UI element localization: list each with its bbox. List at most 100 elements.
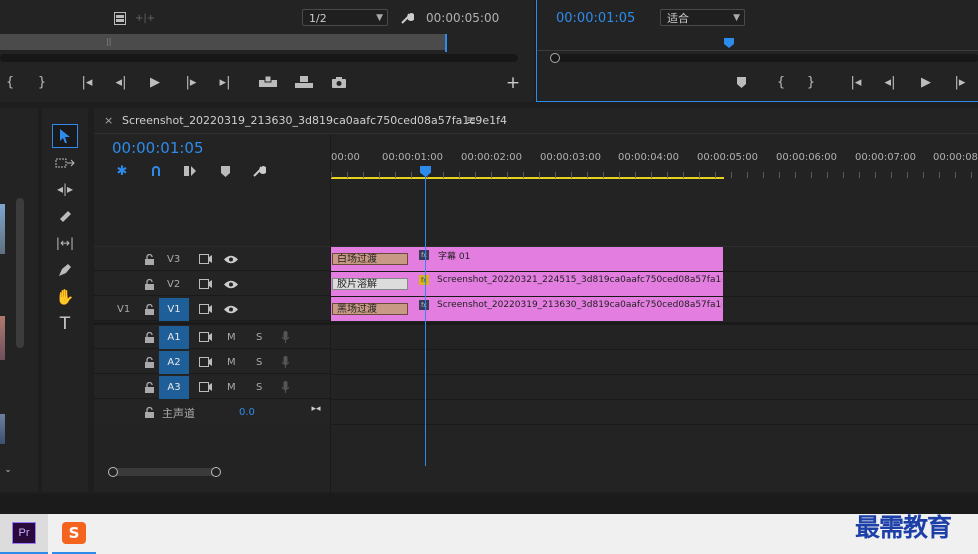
- lock-icon[interactable]: [143, 330, 155, 344]
- solo-button[interactable]: S: [256, 382, 262, 393]
- sync-lock-icon[interactable]: [197, 355, 213, 369]
- master-volume-value[interactable]: 0.0: [239, 407, 255, 418]
- transition-v1[interactable]: 黑场过渡: [332, 303, 408, 315]
- mark-out-icon[interactable]: }: [34, 74, 50, 90]
- go-to-end-icon[interactable]: ▸◂: [308, 402, 324, 416]
- slip-tool-icon[interactable]: |↔|: [52, 232, 78, 254]
- thumbnail[interactable]: [0, 316, 5, 360]
- clip-name: Screenshot_20220319_213630_3d819ca0aafc7…: [437, 300, 722, 310]
- add-marker-icon[interactable]: [217, 163, 233, 179]
- source-playhead[interactable]: [445, 34, 447, 52]
- lock-icon[interactable]: [143, 355, 155, 369]
- sogou-app-button[interactable]: S: [52, 514, 96, 554]
- hand-tool-icon[interactable]: ✋: [52, 286, 78, 308]
- program-playhead[interactable]: [724, 38, 734, 48]
- mark-out-icon[interactable]: }: [803, 74, 819, 90]
- step-forward-icon[interactable]: |▸: [951, 74, 969, 90]
- microphone-icon[interactable]: [279, 380, 291, 394]
- go-to-in-icon[interactable]: |◂: [78, 74, 96, 90]
- resolution-select[interactable]: 1/2 ▼: [302, 9, 388, 26]
- mute-button[interactable]: M: [227, 332, 236, 343]
- zoom-handle[interactable]: [108, 467, 118, 477]
- clip-fx-icon: fx: [419, 250, 429, 260]
- play-icon[interactable]: ▶: [146, 74, 164, 90]
- track-target-v3[interactable]: V3: [167, 254, 180, 265]
- timeline-timecode[interactable]: 00:00:01:05: [112, 139, 204, 157]
- zoom-handle[interactable]: [211, 467, 221, 477]
- snap-magnet-icon[interactable]: [148, 163, 164, 179]
- track-target-a2[interactable]: A2: [159, 351, 189, 374]
- sync-lock-icon[interactable]: [197, 277, 213, 291]
- add-button-icon[interactable]: +: [504, 73, 522, 93]
- close-tab-button[interactable]: ×: [104, 114, 113, 127]
- mute-button[interactable]: M: [227, 357, 236, 368]
- microphone-icon[interactable]: [279, 330, 291, 344]
- wrench-icon[interactable]: [250, 163, 268, 179]
- project-panel-scroll[interactable]: [16, 198, 24, 348]
- selection-tool-icon[interactable]: [52, 124, 78, 148]
- step-back-icon[interactable]: ◂|: [881, 74, 899, 90]
- pen-tool-icon[interactable]: [52, 259, 78, 281]
- step-back-icon[interactable]: ◂|: [112, 74, 130, 90]
- linked-selection-icon[interactable]: [182, 163, 198, 179]
- ripple-edit-tool-icon[interactable]: ◂|▸: [52, 178, 78, 200]
- overwrite-icon[interactable]: [294, 74, 314, 90]
- film-icon[interactable]: [112, 10, 128, 26]
- microphone-icon[interactable]: [279, 355, 291, 369]
- lane-line: [331, 399, 978, 400]
- track-target-v2[interactable]: V2: [167, 279, 180, 290]
- lock-icon[interactable]: [143, 380, 155, 394]
- ruler-label: 00:00:08:: [933, 152, 978, 163]
- lock-icon[interactable]: [143, 252, 155, 266]
- go-to-in-icon[interactable]: |◂: [847, 74, 865, 90]
- zoom-select[interactable]: 适合 ▼: [660, 9, 745, 26]
- track-target-v1[interactable]: V1: [159, 298, 189, 321]
- sequence-tab-title[interactable]: Screenshot_20220319_213630_3d819ca0aafc7…: [122, 114, 507, 127]
- transition-v2[interactable]: 胶片溶解: [332, 278, 408, 290]
- step-forward-icon[interactable]: |▸: [182, 74, 200, 90]
- premiere-app-button[interactable]: Pr: [0, 514, 48, 554]
- transition-v3[interactable]: 白场过渡: [332, 253, 408, 265]
- panel-menu-icon[interactable]: ≡: [466, 113, 476, 127]
- source-zoom-bar[interactable]: [0, 54, 518, 62]
- chevron-down-icon[interactable]: ⌄: [2, 464, 14, 476]
- mark-in-icon[interactable]: {: [773, 74, 789, 90]
- eye-icon[interactable]: [222, 277, 240, 291]
- solo-button[interactable]: S: [256, 332, 262, 343]
- track-target-a1[interactable]: A1: [159, 326, 189, 349]
- wrench-icon[interactable]: [398, 9, 416, 27]
- add-marker-icon[interactable]: [733, 74, 749, 90]
- eye-icon[interactable]: [222, 302, 240, 316]
- insert-icon[interactable]: [258, 74, 278, 90]
- sync-lock-icon[interactable]: [197, 330, 213, 344]
- mute-button[interactable]: M: [227, 382, 236, 393]
- nest-icon[interactable]: ✱: [114, 163, 130, 179]
- thumbnail[interactable]: [0, 204, 5, 254]
- razor-tool-icon[interactable]: [52, 205, 78, 227]
- track-target-a3[interactable]: A3: [159, 376, 189, 399]
- mark-in-icon[interactable]: {: [2, 74, 18, 90]
- lock-icon[interactable]: [143, 405, 155, 419]
- play-icon[interactable]: ▶: [917, 74, 935, 90]
- sync-lock-icon[interactable]: [197, 252, 213, 266]
- sync-lock-icon[interactable]: [197, 380, 213, 394]
- lock-icon[interactable]: [143, 302, 155, 316]
- source-timebar[interactable]: [0, 34, 446, 50]
- eye-icon[interactable]: [222, 252, 240, 266]
- go-to-out-icon[interactable]: ▸|: [216, 74, 234, 90]
- waveform-icon[interactable]: +|+: [135, 10, 155, 26]
- program-zoom-bar[interactable]: [551, 54, 978, 62]
- sync-lock-icon[interactable]: [197, 302, 213, 316]
- ruler-label: 00:00:06:00: [776, 152, 838, 163]
- zoom-handle[interactable]: [550, 53, 560, 63]
- watermark-logo: 最需教育: [855, 513, 952, 542]
- solo-button[interactable]: S: [256, 357, 262, 368]
- type-tool-icon[interactable]: T: [52, 313, 78, 335]
- source-patch-v1[interactable]: V1: [117, 304, 130, 315]
- track-select-tool-icon[interactable]: [52, 152, 78, 174]
- camera-icon[interactable]: [330, 74, 348, 90]
- program-timecode[interactable]: 00:00:01:05: [556, 11, 635, 26]
- thumbnail[interactable]: [0, 414, 5, 444]
- timeline-zoom-scroll[interactable]: [112, 468, 216, 476]
- lock-icon[interactable]: [143, 277, 155, 291]
